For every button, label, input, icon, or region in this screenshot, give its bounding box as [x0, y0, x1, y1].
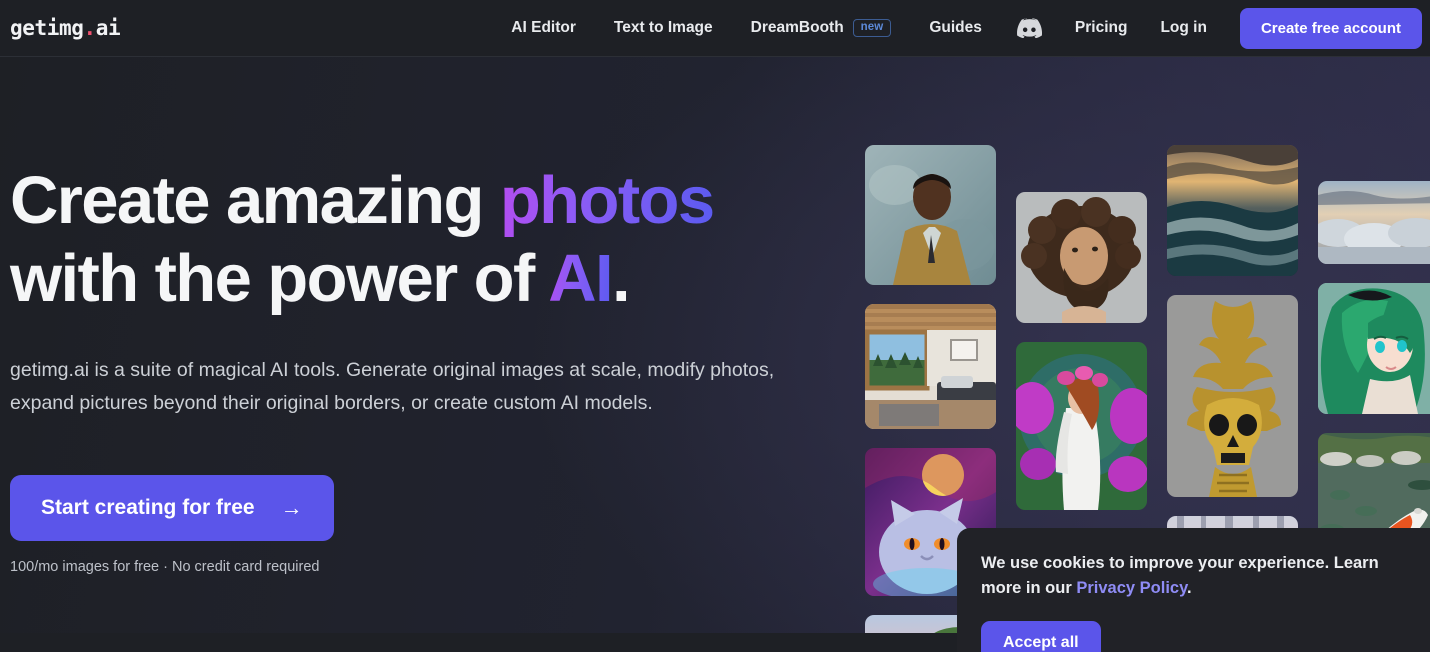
privacy-policy-link[interactable]: Privacy Policy [1076, 579, 1187, 597]
hero-fineprint: 100/mo images for free · No credit card … [10, 558, 320, 575]
nav-link-ai-editor[interactable]: AI Editor [511, 19, 576, 37]
accept-all-button[interactable]: Accept all [981, 620, 1101, 652]
hero-copy: Create amazing photos with the power of … [10, 162, 840, 575]
nav-link-dreambooth-label[interactable]: DreamBooth [751, 19, 844, 37]
new-badge: new [852, 18, 892, 38]
gallery-tile-cabin-bedroom-forest-view[interactable] [865, 304, 996, 429]
gallery-tile-golden-skull-medusa[interactable] [1167, 295, 1298, 497]
gallery-tile-anime-green-hair-girl[interactable] [1318, 283, 1430, 414]
headline-line2-plain: with the power of [10, 241, 549, 317]
top-navigation-bar: getimg.ai AI Editor Text to Image DreamB… [0, 0, 1430, 57]
start-creating-button[interactable]: Start creating for free → [10, 474, 334, 541]
discord-icon[interactable] [1016, 18, 1042, 38]
headline-period: . [612, 241, 631, 317]
landing-page: getimg.ai AI Editor Text to Image DreamB… [0, 0, 1430, 652]
gallery-tile-portrait-man-tan-coat[interactable] [865, 145, 996, 285]
site-logo[interactable]: getimg.ai [10, 16, 121, 40]
nav-link-guides[interactable]: Guides [929, 19, 982, 37]
gallery-tile-woman-white-dress-flowers[interactable] [1016, 342, 1147, 510]
logo-dot: . [83, 16, 96, 40]
arrow-right-icon: → [280, 494, 303, 520]
logo-name: getimg [10, 16, 84, 40]
nav-link-login[interactable]: Log in [1160, 19, 1207, 37]
cookie-text-after: . [1187, 578, 1192, 597]
nav-right-group: Pricing Log in Create free account [1016, 7, 1422, 49]
gallery-tile-stormy-ocean-waves[interactable] [1167, 145, 1298, 276]
headline-highlight-ai: AI [548, 241, 613, 317]
nav-links-group: AI Editor Text to Image DreamBooth new G… [511, 18, 982, 38]
create-free-account-button[interactable]: Create free account [1239, 7, 1422, 49]
gallery-tile-portrait-curly-hair-bearded-man[interactable] [1016, 192, 1147, 323]
headline-highlight-photos: photos [499, 163, 715, 238]
cookie-consent-banner: We use cookies to improve your experienc… [957, 528, 1430, 652]
cookie-banner-text: We use cookies to improve your experienc… [981, 551, 1406, 601]
logo-suffix: ai [95, 16, 121, 40]
nav-link-pricing[interactable]: Pricing [1075, 19, 1128, 37]
nav-link-dreambooth[interactable]: DreamBooth new [751, 18, 892, 38]
nav-link-text-to-image[interactable]: Text to Image [614, 19, 713, 37]
hero-subtitle: getimg.ai is a suite of magical AI tools… [10, 358, 775, 415]
page-title: Create amazing photos with the power of … [10, 162, 840, 319]
gallery-tile-clouds-above-sunset[interactable] [1318, 181, 1430, 264]
headline-line1-plain: Create amazing [10, 163, 500, 238]
start-creating-label: Start creating for free [41, 495, 255, 519]
